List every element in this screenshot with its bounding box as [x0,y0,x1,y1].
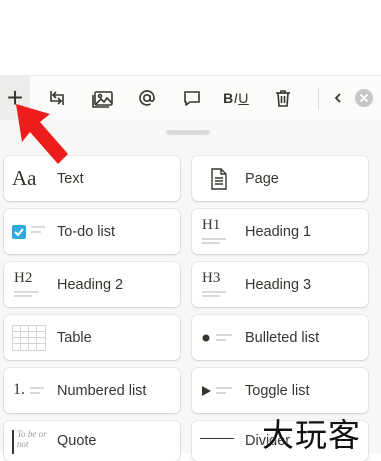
bullet-icon [200,323,236,353]
chevron-left-icon [334,93,341,103]
close-button[interactable] [352,76,376,120]
image-icon [92,91,113,108]
table-icon [12,323,48,353]
block-option-heading2[interactable]: H2 Heading 2 [4,262,180,307]
toggle-icon [200,376,236,406]
numbered-icon: 1. [12,376,48,406]
drag-handle[interactable] [166,130,210,135]
quote-icon: To be or not [12,426,48,456]
trash-icon [276,90,290,107]
block-option-toggle-list[interactable]: Toggle list [192,368,368,413]
block-label: Page [245,170,279,187]
block-label: Table [57,329,92,346]
insert-image-button[interactable] [88,76,118,120]
block-label: Quote [57,433,97,449]
delete-button[interactable] [268,76,298,120]
block-label: Text [57,170,84,187]
text-format-button[interactable]: BIU [218,76,254,120]
numbered-glyph: 1. [13,380,25,398]
block-option-numbered-list[interactable]: 1. Numbered list [4,368,180,413]
mention-button[interactable] [132,76,162,120]
heading3-glyph: H3 [202,269,221,286]
heading1-glyph: H1 [202,216,221,233]
block-option-bulleted-list[interactable]: Bulleted list [192,315,368,360]
block-label: To-do list [57,223,116,240]
block-label: Heading 3 [245,276,312,293]
quote-sample-text: To be or not [17,429,47,449]
block-label: Bulleted list [245,329,320,346]
toolbar-divider [318,88,319,110]
block-option-todo[interactable]: To-do list [4,209,180,254]
at-icon [139,90,155,106]
block-option-table[interactable]: Table [4,315,180,360]
block-label: Numbered list [57,382,147,399]
comment-icon [184,91,200,106]
heading3-icon: H3 [200,270,236,300]
watermark: 大玩客 [262,416,362,454]
underline-letter: U [238,90,249,106]
text-icon: Aa [12,164,48,194]
pointer-arrow-icon [16,104,68,164]
block-label: Toggle list [245,382,310,399]
heading2-icon: H2 [12,270,48,300]
heading2-glyph: H2 [14,269,33,286]
close-icon [355,89,373,107]
block-picker-sheet: Aa Text Page To-do list H1 Heading 1 H2 … [0,120,381,461]
block-option-quote[interactable]: To be or not Quote [4,421,180,461]
comment-button[interactable] [177,76,207,120]
block-option-heading1[interactable]: H1 Heading 1 [192,209,368,254]
collapse-button[interactable] [330,76,346,120]
page-icon [200,164,236,194]
bold-letter: B [223,90,234,106]
block-option-heading3[interactable]: H3 Heading 3 [192,262,368,307]
block-label: Heading 1 [245,223,312,240]
heading1-icon: H1 [200,217,236,247]
block-label: Heading 2 [57,276,124,293]
block-option-page[interactable]: Page [192,156,368,201]
text-icon-glyph: Aa [12,165,37,190]
divider-icon [200,426,236,456]
checkbox-icon [12,217,48,247]
